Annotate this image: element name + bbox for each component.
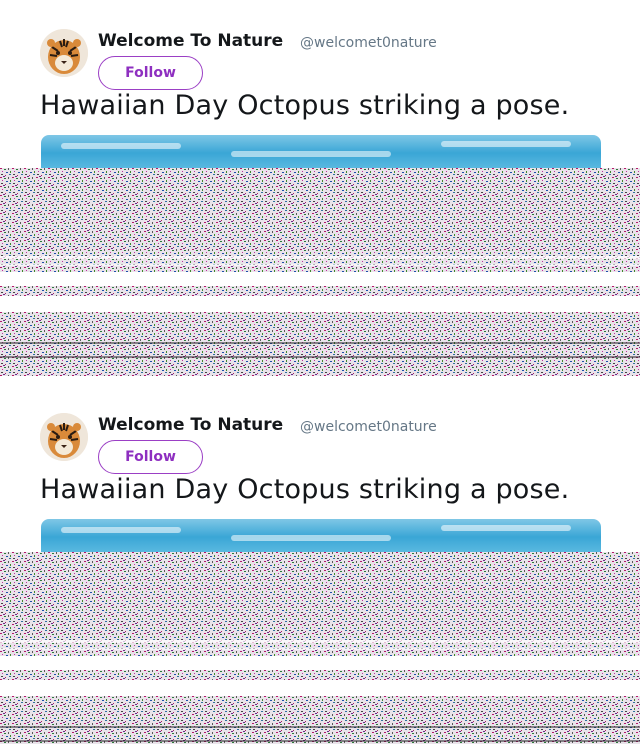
corrupted-image-region (0, 286, 640, 296)
tweet-card: Welcome To Nature @welcomet0nature Follo… (0, 384, 640, 744)
tweet-card: Welcome To Nature @welcomet0nature Follo… (0, 0, 640, 384)
corrupted-image-region (0, 312, 640, 376)
tweet-text: Hawaiian Day Octopus striking a pose. (40, 90, 570, 121)
author-handle[interactable]: @welcomet0nature (300, 419, 437, 435)
wave-highlight (441, 141, 571, 147)
author-avatar[interactable] (40, 29, 88, 77)
wave-highlight (231, 535, 391, 541)
follow-button[interactable]: Follow (98, 56, 203, 90)
tiger-avatar-icon (40, 29, 88, 77)
wave-highlight (231, 151, 391, 157)
corrupted-image-region (0, 552, 640, 656)
wave-highlight (61, 527, 181, 533)
wave-highlight (441, 525, 571, 531)
tweet-text: Hawaiian Day Octopus striking a pose. (40, 474, 570, 505)
corrupted-image-region (0, 670, 640, 680)
wave-highlight (61, 143, 181, 149)
author-name[interactable]: Welcome To Nature (98, 415, 283, 435)
corrupted-image-region (0, 696, 640, 744)
corrupted-image-region (0, 168, 640, 272)
author-name[interactable]: Welcome To Nature (98, 31, 283, 51)
tweet-embed-page: Welcome To Nature @welcomet0nature Follo… (0, 0, 640, 744)
follow-button[interactable]: Follow (98, 440, 203, 474)
author-handle[interactable]: @welcomet0nature (300, 35, 437, 51)
author-avatar[interactable] (40, 413, 88, 461)
tiger-avatar-icon (40, 413, 88, 461)
